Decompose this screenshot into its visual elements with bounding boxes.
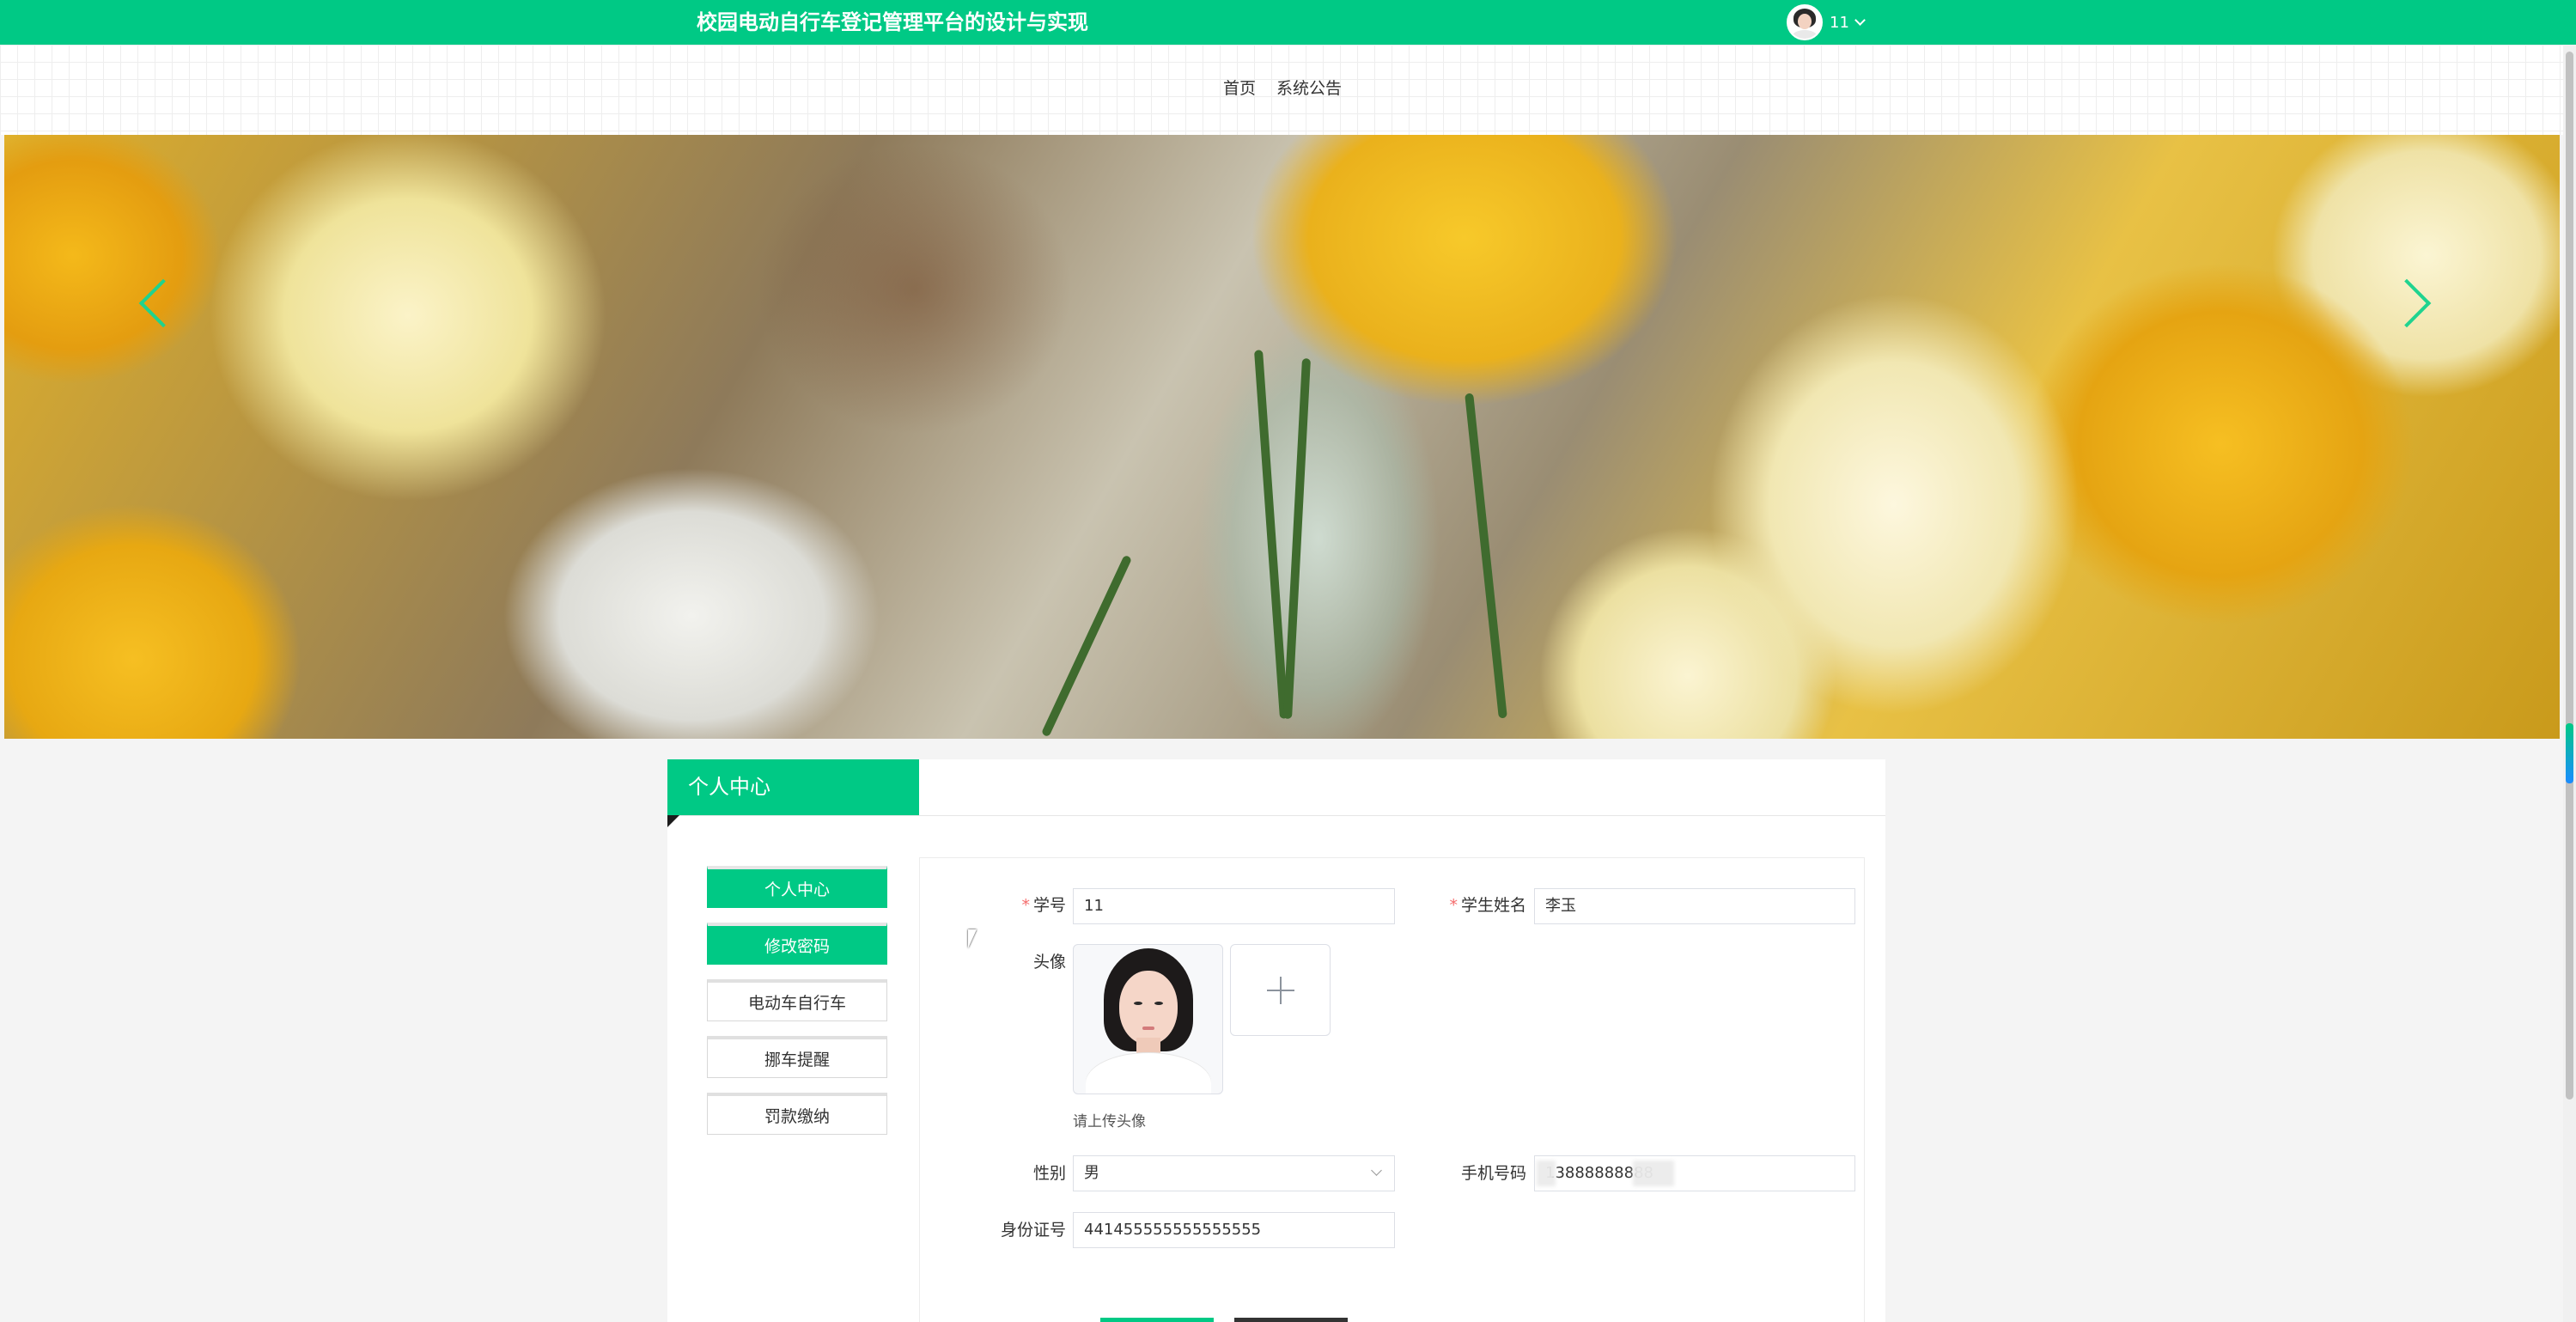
- banner-carousel-image: [4, 135, 2560, 739]
- privacy-blur: [1537, 1161, 1556, 1186]
- chevron-down-icon: [1371, 1165, 1382, 1176]
- student-name-field[interactable]: 李玉: [1534, 888, 1855, 924]
- gender-label: 性别: [1032, 1164, 1066, 1183]
- user-name: 11: [1830, 13, 1849, 32]
- page: 校园电动自行车登记管理平台的设计与实现 11 首页 系统公告 个人中心 个人中心…: [0, 0, 2576, 1322]
- scrollbar-indicator: [2566, 723, 2573, 783]
- gender-value: 男: [1084, 1164, 1099, 1182]
- avatar-label: 头像: [1032, 953, 1066, 972]
- side-menu: 个人中心 修改密码 电动车自行车 挪车提醒 罚款缴纳: [707, 866, 887, 1149]
- site-title: 校园电动自行车登记管理平台的设计与实现: [697, 10, 1088, 34]
- student-id-field[interactable]: 11: [1073, 888, 1395, 924]
- personal-center-card: 个人中心 个人中心 修改密码 电动车自行车 挪车提醒 罚款缴纳 * 学号 11 *…: [667, 759, 1885, 1322]
- nav-item-announcements[interactable]: 系统公告: [1276, 76, 1342, 99]
- submit-button[interactable]: [1100, 1318, 1214, 1322]
- side-menu-item-fine-payment[interactable]: 罚款缴纳: [707, 1093, 887, 1135]
- id-card-field[interactable]: 441455555555555555: [1073, 1212, 1395, 1248]
- scrollbar-thumb[interactable]: [2566, 52, 2573, 1100]
- user-menu[interactable]: 11: [1787, 4, 1866, 40]
- privacy-blur: [1633, 1161, 1674, 1186]
- student-id-label: * 学号: [1021, 896, 1066, 915]
- tab-personal-center: 个人中心: [667, 759, 919, 815]
- id-card-label: 身份证号: [1000, 1221, 1066, 1240]
- phone-label: 手机号码: [1460, 1164, 1526, 1183]
- side-menu-item-ebike[interactable]: 电动车自行车: [707, 979, 887, 1021]
- gender-select[interactable]: 男: [1073, 1155, 1395, 1191]
- nav-item-home[interactable]: 首页: [1223, 76, 1256, 99]
- profile-form: * 学号 11 * 学生姓名 李玉 头像 请上传头像 性别 男 手机号码 138…: [919, 857, 1865, 1322]
- tab-fold-decoration: [667, 815, 679, 827]
- divider: [667, 815, 1885, 816]
- phone-field[interactable]: 13888888888: [1534, 1155, 1855, 1191]
- avatar: [1787, 4, 1823, 40]
- side-menu-item-personal-center[interactable]: 个人中心: [707, 866, 887, 908]
- logout-button[interactable]: [1234, 1318, 1348, 1322]
- main-nav: 首页 系统公告: [0, 45, 2576, 135]
- avatar-upload-tip: 请上传头像: [1073, 1113, 1146, 1130]
- student-name-label: * 学生姓名: [1449, 896, 1526, 915]
- avatar-photo: [1073, 944, 1223, 1094]
- side-menu-item-move-reminder[interactable]: 挪车提醒: [707, 1036, 887, 1078]
- side-menu-item-change-password[interactable]: 修改密码: [707, 923, 887, 965]
- top-header-bar: 校园电动自行车登记管理平台的设计与实现 11: [0, 0, 2576, 45]
- mouse-cursor-icon: [968, 929, 982, 948]
- chevron-down-icon: [1854, 15, 1866, 26]
- avatar-upload-button[interactable]: [1230, 944, 1331, 1036]
